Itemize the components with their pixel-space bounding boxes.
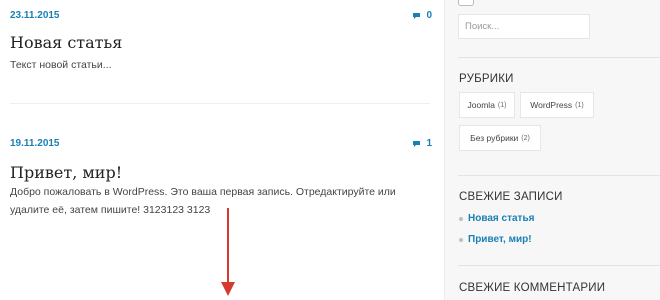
post-title[interactable]: Новая статья [10,33,122,52]
post-excerpt: Текст новой статьи... [10,59,112,71]
post-meta: 23.11.2015 0 [10,10,432,24]
post-excerpt-line: удалите её, затем пишите! 3123123 3123 [10,204,211,216]
sidebar-divider [458,57,660,58]
post-divider [10,103,430,104]
post-date[interactable]: 23.11.2015 [10,10,60,21]
recent-post-link[interactable]: Новая статья [468,213,534,224]
category-count: (2) [521,134,530,142]
category-count: (1) [497,101,507,109]
recent-post-link[interactable]: Привет, мир! [468,234,532,245]
recent-comments-heading: СВЕЖИЕ КОММЕНТАРИИ [459,282,606,294]
post-meta: 19.11.2015 1 [10,138,432,152]
category-uncategorized[interactable]: Без рубрики (2) [459,125,541,151]
comment-bubble-icon [413,140,421,147]
widget-toggle-icon[interactable] [458,0,474,6]
category-wordpress[interactable]: WordPress (1) [520,92,594,118]
main-content: 23.11.2015 0 Новая статья Текст новой ст… [0,0,445,300]
search-input[interactable] [459,15,591,37]
annotation-arrow-head [221,282,235,296]
post-comments-link[interactable]: 1 [412,138,432,149]
category-label: Joomla [467,100,495,110]
category-count: (1) [575,101,584,109]
search-box[interactable] [458,14,591,39]
post-comments-link[interactable]: 0 [412,10,432,21]
recent-post-item[interactable]: Привет, мир! [459,234,532,245]
post-excerpt-line: Добро пожаловать в WordPress. Это ваша п… [10,186,396,198]
category-joomla[interactable]: Joomla (1) [459,92,515,118]
comment-count: 1 [426,138,432,149]
category-label: WordPress [530,100,573,110]
category-label: Без рубрики [470,133,519,143]
bullet-icon [459,237,463,242]
post-title[interactable]: Привет, мир! [10,163,122,182]
sidebar-divider [458,265,660,266]
comment-count: 0 [426,10,432,21]
post-date[interactable]: 19.11.2015 [10,138,60,149]
annotation-arrow-shaft [227,208,229,286]
bullet-icon [459,216,463,221]
recent-posts-heading: СВЕЖИЕ ЗАПИСИ [459,191,563,203]
categories-heading: РУБРИКИ [459,73,514,85]
sidebar-divider [458,175,660,176]
comment-bubble-icon [413,12,421,19]
recent-post-item[interactable]: Новая статья [459,213,534,224]
